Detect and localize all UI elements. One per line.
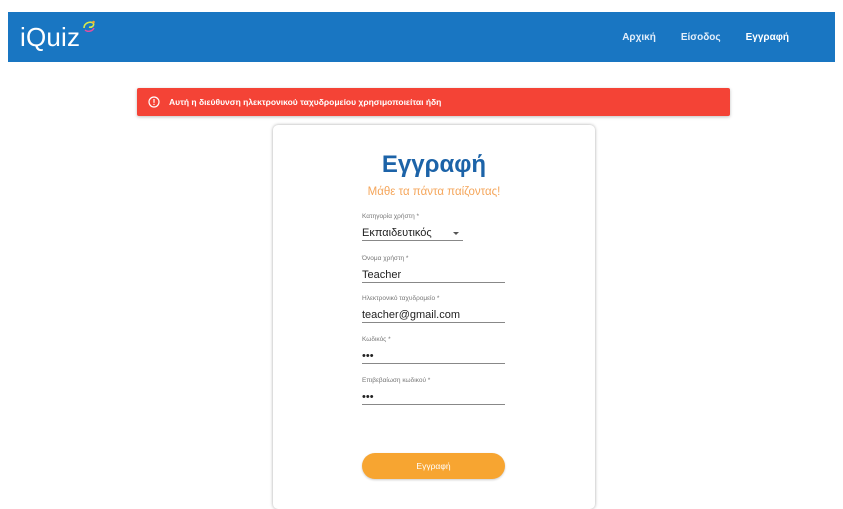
user-category-value: Εκπαιδευτικός bbox=[362, 227, 432, 239]
username-field: Όνομα χρήστη * Teacher bbox=[362, 255, 505, 283]
main-nav: Αρχική Είσοδος Εγγραφή bbox=[622, 12, 789, 62]
form-subtitle: Μάθε τα πάντα παίζοντας! bbox=[367, 186, 501, 198]
dropdown-arrow-icon bbox=[453, 232, 459, 235]
password-label: Κωδικός * bbox=[362, 336, 391, 343]
nav-register-link[interactable]: Εγγραφή bbox=[746, 32, 789, 43]
register-card: Εγγραφή Μάθε τα πάντα παίζοντας! Κατηγορ… bbox=[273, 125, 595, 509]
confirm-password-label: Επιβεβαίωση κωδικού * bbox=[362, 377, 431, 384]
app-logo[interactable]: iQuiz bbox=[20, 20, 97, 53]
top-navbar: iQuiz Αρχική Είσοδος Εγγραφή bbox=[8, 12, 835, 62]
error-circle-icon bbox=[148, 96, 160, 108]
logo-text: iQuiz bbox=[20, 22, 81, 52]
confirm-password-input[interactable]: ••• bbox=[362, 389, 505, 405]
email-label: Ηλεκτρονικό ταχυδρομείο * bbox=[362, 295, 440, 302]
nav-login-link[interactable]: Είσοδος bbox=[681, 32, 721, 43]
username-label: Όνομα χρήστη * bbox=[362, 255, 409, 262]
password-field: Κωδικός * ••• bbox=[362, 336, 505, 364]
email-input[interactable]: teacher@gmail.com bbox=[362, 307, 505, 323]
email-field: Ηλεκτρονικό ταχυδρομείο * teacher@gmail.… bbox=[362, 295, 505, 323]
user-category-field: Κατηγορία χρήστη * Εκπαιδευτικός bbox=[362, 213, 505, 241]
nav-home-link[interactable]: Αρχική bbox=[622, 32, 656, 43]
user-category-label: Κατηγορία χρήστη * bbox=[362, 213, 420, 220]
form-title: Εγγραφή bbox=[381, 151, 487, 178]
logo-mark-icon bbox=[83, 20, 96, 33]
user-category-select[interactable]: Εκπαιδευτικός bbox=[362, 225, 463, 241]
alert-message: Αυτή η διεύθυνση ηλεκτρονικού ταχυδρομεί… bbox=[169, 97, 442, 107]
password-input[interactable]: ••• bbox=[362, 348, 505, 364]
confirm-password-field: Επιβεβαίωση κωδικού * ••• bbox=[362, 377, 505, 405]
register-submit-button[interactable]: Εγγραφή bbox=[362, 453, 505, 479]
username-input[interactable]: Teacher bbox=[362, 267, 505, 283]
error-alert: Αυτή η διεύθυνση ηλεκτρονικού ταχυδρομεί… bbox=[137, 88, 730, 116]
